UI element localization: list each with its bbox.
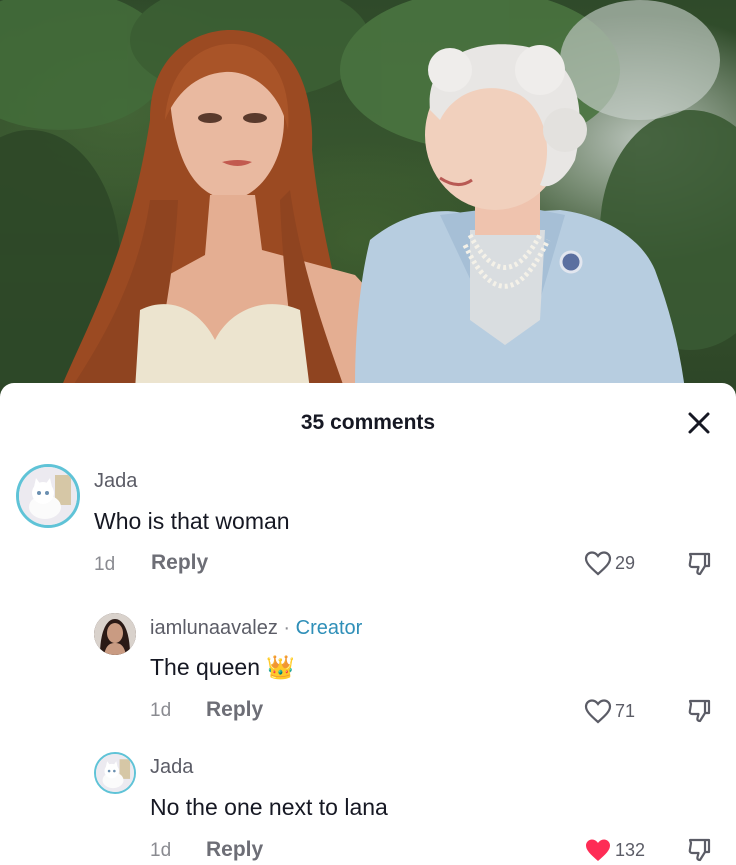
dislike-button[interactable]: [684, 549, 714, 579]
avatar[interactable]: [94, 613, 136, 655]
heart-outline-icon: [584, 551, 612, 576]
avatar[interactable]: [16, 464, 80, 528]
video-photo[interactable]: [0, 0, 736, 400]
reply-button[interactable]: Reply: [206, 838, 263, 862]
comment-username[interactable]: iamlunaavalez: [150, 617, 278, 639]
close-icon: [688, 412, 710, 434]
close-button[interactable]: [684, 408, 714, 438]
thumbs-down-icon: [688, 552, 711, 576]
dislike-button[interactable]: [684, 696, 714, 726]
dislike-button[interactable]: [684, 835, 714, 865]
like-button[interactable]: 29: [584, 550, 635, 576]
photo-illustration: [0, 0, 736, 390]
comments-count-title: 35 comments: [300, 411, 436, 434]
comment-time: 1d: [94, 554, 116, 575]
comment-text: Who is that woman: [94, 508, 290, 534]
comment-username[interactable]: Jada: [94, 470, 137, 493]
comment-text-row: The queen 👑: [150, 654, 295, 681]
comment-username-row: iamlunaavalez · Creator: [150, 617, 362, 640]
username-separator: ·: [277, 617, 296, 639]
like-button[interactable]: 71: [584, 698, 635, 724]
like-count: 71: [615, 700, 636, 721]
heart-filled-icon: [586, 839, 610, 861]
cat-avatar-icon: [19, 467, 77, 525]
comment-username[interactable]: Jada: [150, 756, 193, 779]
creator-avatar-icon: [94, 613, 136, 655]
like-count: 29: [615, 552, 636, 573]
cat-avatar-icon: [96, 754, 134, 792]
like-button[interactable]: 132: [584, 837, 645, 863]
comment-text: No the one next to lana: [150, 794, 388, 820]
reply-button[interactable]: Reply: [151, 551, 208, 575]
comment-time: 1d: [150, 700, 172, 721]
thumbs-down-icon: [688, 699, 711, 723]
reply-button[interactable]: Reply: [206, 698, 263, 722]
creator-badge: Creator: [295, 617, 363, 639]
thumbs-down-icon: [688, 838, 711, 862]
avatar[interactable]: [94, 752, 136, 794]
heart-outline-icon: [584, 699, 612, 724]
comment-text: The queen: [150, 654, 260, 680]
like-count: 132: [615, 839, 646, 860]
comments-sheet: 35 comments Jada Who is that woman 1d Re…: [0, 383, 736, 862]
crown-emoji: 👑: [266, 654, 296, 680]
